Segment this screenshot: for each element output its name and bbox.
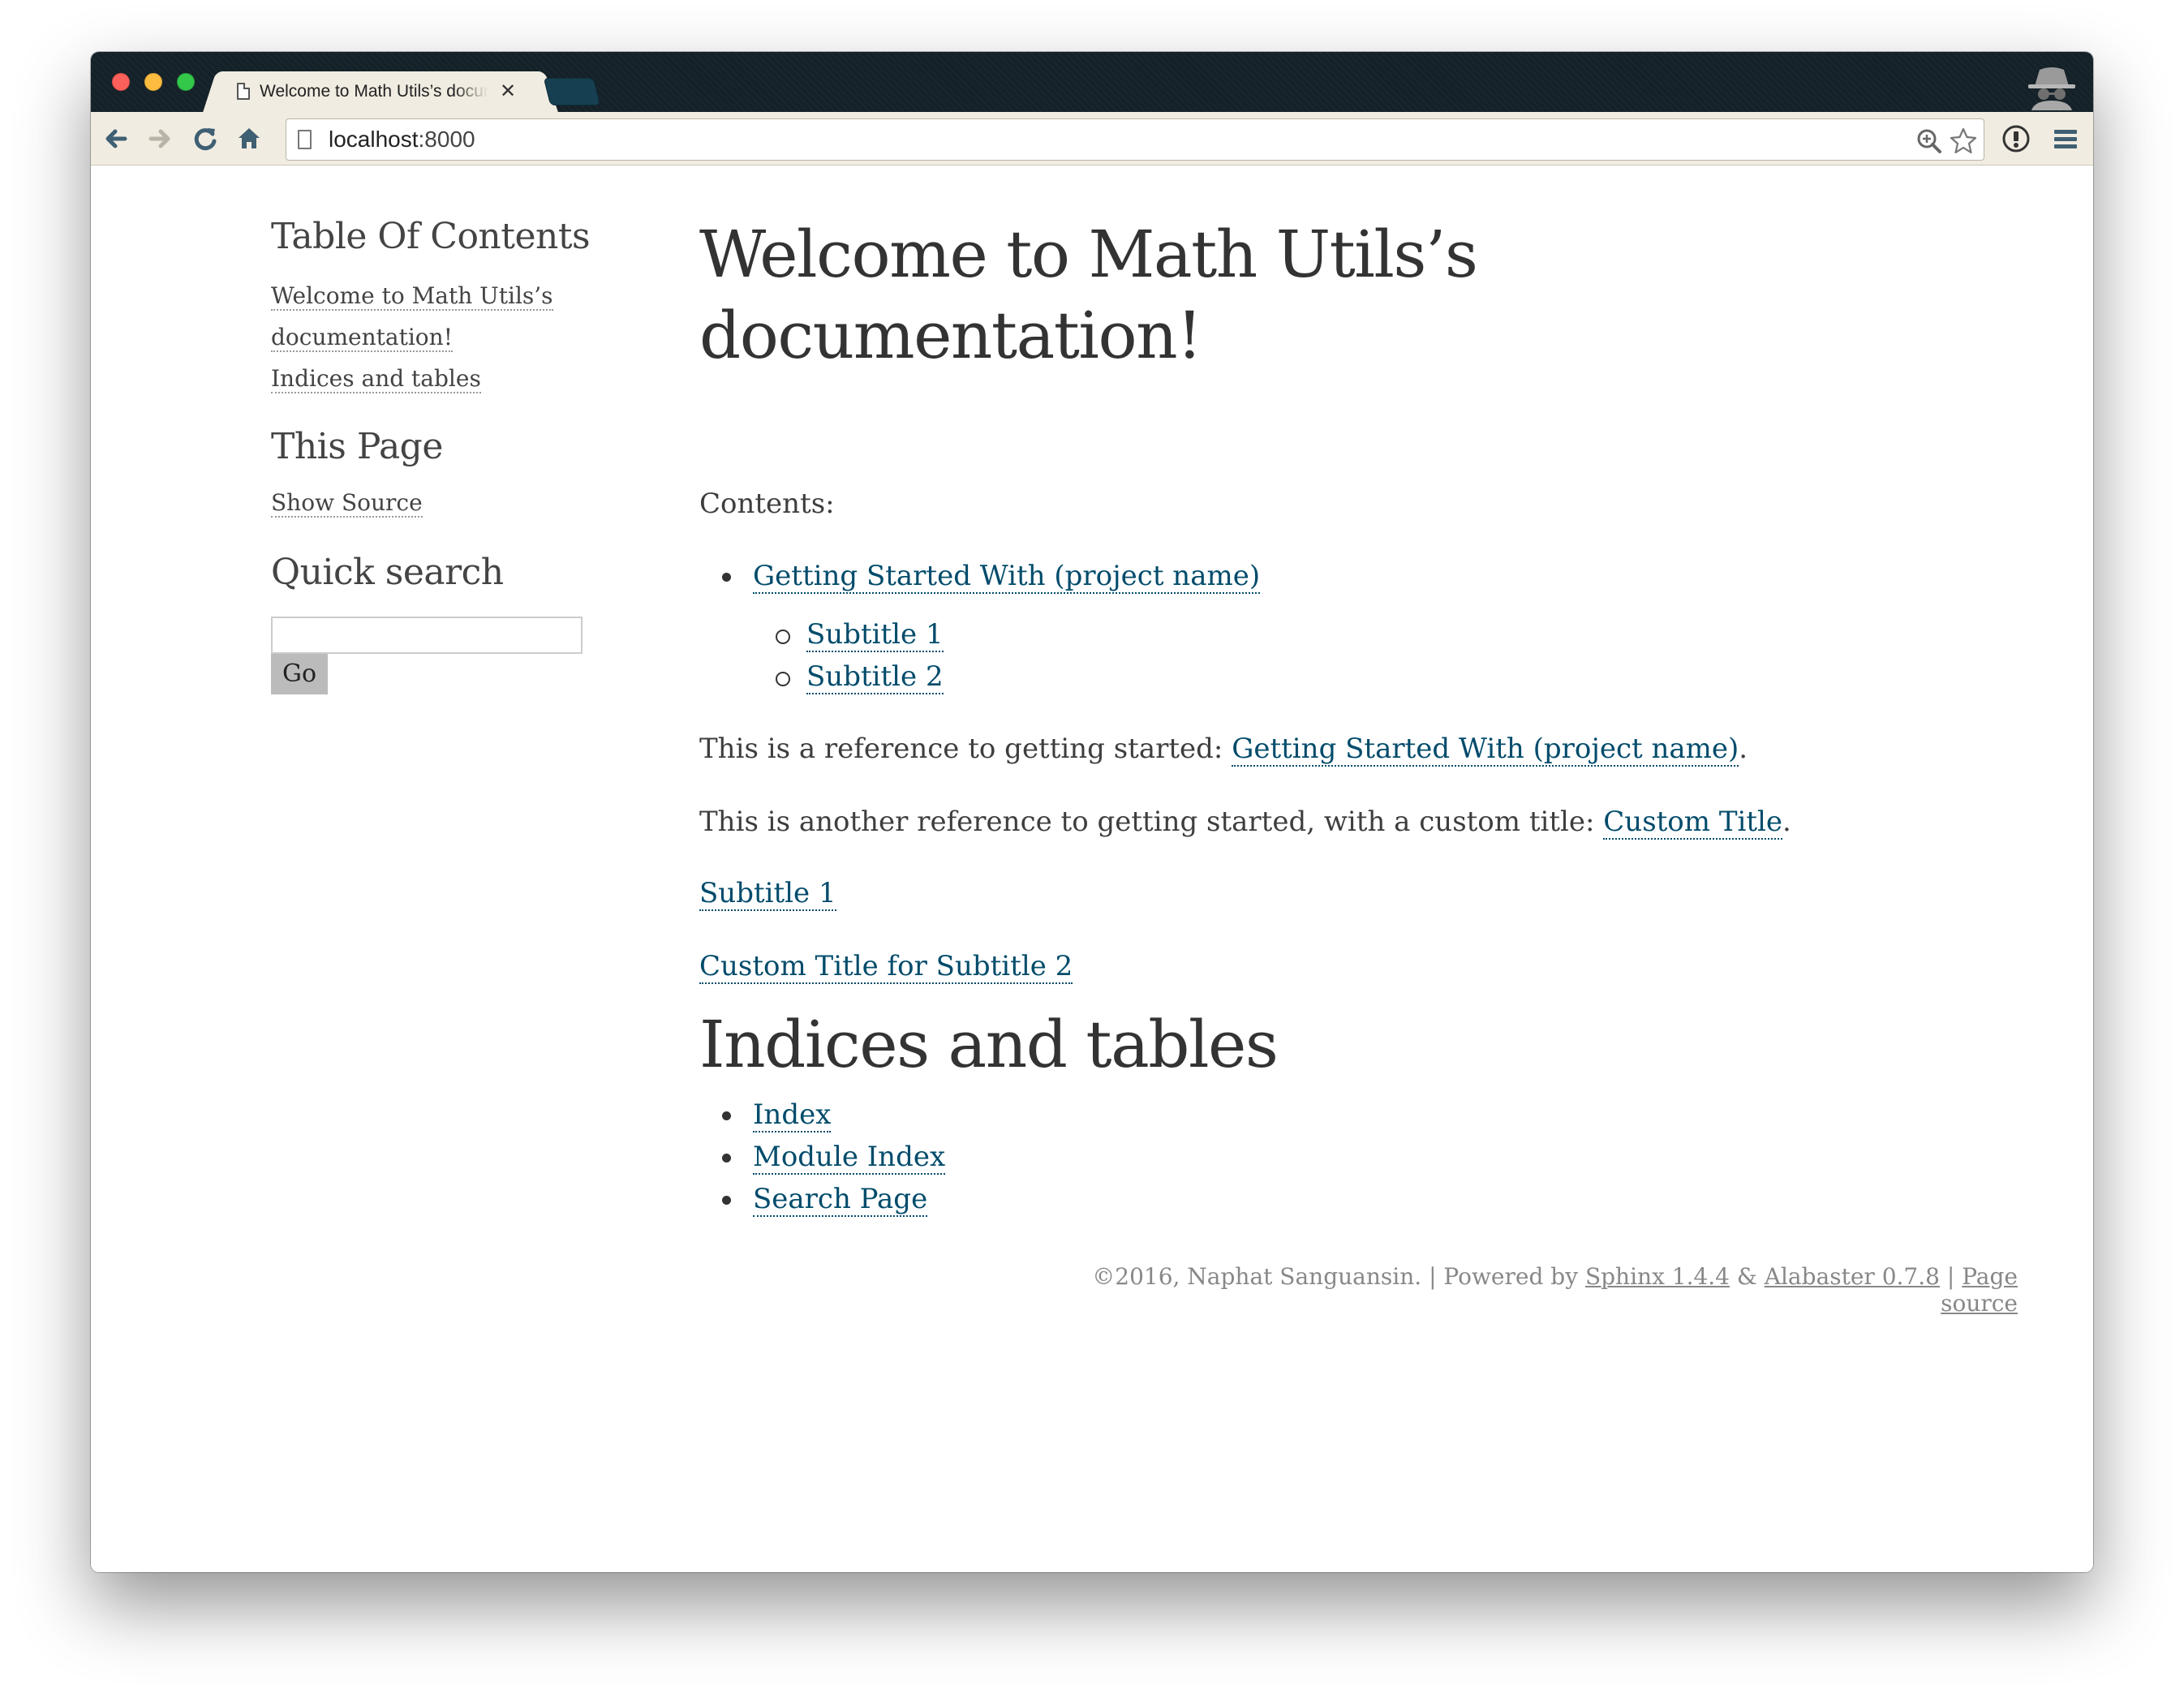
go-button[interactable]: Go <box>271 654 328 694</box>
page-content: Table Of Contents Welcome to Math Utils’… <box>91 165 2093 1572</box>
menu-icon[interactable] <box>2046 120 2083 157</box>
incognito-icon <box>2028 67 2075 110</box>
powered-by-text: Powered by <box>1443 1263 1585 1290</box>
indices-item: Index <box>699 1094 1965 1136</box>
search-page-link[interactable]: Search Page <box>753 1183 928 1217</box>
browser-window: Welcome to Math Utils’s documentation! ✕ <box>91 52 2093 1572</box>
custom-title-link[interactable]: Custom Title <box>1603 806 1783 840</box>
reload-icon[interactable] <box>187 120 224 157</box>
toc-item-indices[interactable]: Indices and tables <box>271 365 481 393</box>
indices-item: Module Index <box>699 1136 1965 1178</box>
footer-separator: | <box>1429 1263 1437 1290</box>
toc-item-welcome-cont[interactable]: documentation! <box>271 324 453 352</box>
getting-started-link[interactable]: Getting Started With (project name) <box>753 560 1261 594</box>
indices-item: Search Page <box>699 1178 1965 1220</box>
subtitle-1-link[interactable]: Subtitle 1 <box>806 618 944 652</box>
page-icon <box>298 130 312 149</box>
toctree: Getting Started With (project name) <box>699 555 1965 597</box>
toctree-subitem: Subtitle 1 <box>699 613 1965 655</box>
page-icon <box>237 83 250 100</box>
toc-heading: Table Of Contents <box>271 216 591 257</box>
subtitle-2-link[interactable]: Subtitle 2 <box>806 660 944 694</box>
contents-label: Contents: <box>699 488 835 520</box>
url-text[interactable]: localhost:8000 <box>329 127 475 153</box>
tab-title: Welcome to Math Utils’s documentation! <box>260 82 488 101</box>
sphinx-link[interactable]: Sphinx 1.4.4 <box>1585 1263 1730 1290</box>
custom-subtitle-2-link[interactable]: Custom Title for Subtitle 2 <box>699 950 1073 984</box>
star-icon[interactable] <box>1948 126 1979 157</box>
indices-heading: Indices and tables <box>699 1007 1279 1082</box>
this-page-heading: This Page <box>271 426 443 467</box>
forward-icon[interactable] <box>141 120 178 157</box>
search-input[interactable] <box>271 617 583 654</box>
page-title: Welcome to Math Utils’s documentation! <box>699 217 1478 373</box>
subtitle-1-ref-link[interactable]: Subtitle 1 <box>699 877 836 911</box>
getting-started-ref-link[interactable]: Getting Started With (project name) <box>1232 733 1739 767</box>
extension-icon[interactable] <box>1997 120 2035 157</box>
ampersand: & <box>1736 1263 1757 1290</box>
alabaster-link[interactable]: Alabaster 0.7.8 <box>1765 1263 1940 1290</box>
minimize-window-button[interactable] <box>144 73 162 91</box>
footer-separator: | <box>1946 1263 1955 1290</box>
new-tab-button[interactable] <box>543 78 601 105</box>
address-bar[interactable]: localhost:8000 <box>286 118 1984 161</box>
reference-paragraph-1: This is a reference to getting started: … <box>699 733 1748 767</box>
zoom-icon[interactable] <box>1915 127 1943 155</box>
back-icon[interactable] <box>97 120 135 157</box>
toctree-item: Getting Started With (project name) <box>699 555 1965 597</box>
zoom-window-button[interactable] <box>177 73 195 91</box>
main-content: Welcome to Math Utils’s documentation! C… <box>699 214 1965 1220</box>
close-window-button[interactable] <box>112 73 130 91</box>
footer: ©2016, Naphat Sanguansin. | Powered by S… <box>1060 1263 2018 1317</box>
reference-paragraph-2: This is another reference to getting sta… <box>699 806 1791 840</box>
this-page-list: Show Source <box>271 484 612 526</box>
subtitle-2-paragraph: Custom Title for Subtitle 2 <box>699 946 1965 986</box>
index-link[interactable]: Index <box>753 1098 832 1133</box>
module-index-link[interactable]: Module Index <box>753 1141 946 1175</box>
indices-list: Index Module Index Search Page <box>699 1094 1965 1220</box>
copyright-text: ©2016, Naphat Sanguansin. <box>1092 1263 1422 1290</box>
show-source-link[interactable]: Show Source <box>271 489 423 518</box>
toctree-subitems: Subtitle 1 Subtitle 2 <box>699 613 1965 698</box>
toc-item-welcome[interactable]: Welcome to Math Utils’s <box>271 282 553 311</box>
sidebar: Table Of Contents Welcome to Math Utils’… <box>271 214 612 694</box>
browser-toolbar: localhost:8000 <box>91 112 2093 165</box>
toctree-subitem: Subtitle 2 <box>699 655 1965 698</box>
tab-close-icon[interactable]: ✕ <box>500 79 516 103</box>
browser-titlebar: Welcome to Math Utils’s documentation! ✕ <box>91 52 2093 114</box>
toc-list: Welcome to Math Utils’s documentation! I… <box>271 277 612 402</box>
quick-search-heading: Quick search <box>271 552 504 593</box>
home-icon[interactable] <box>230 120 268 157</box>
subtitle-1-paragraph: Subtitle 1 <box>699 873 1965 913</box>
tab-active[interactable]: Welcome to Math Utils’s documentation! ✕ <box>221 71 540 114</box>
